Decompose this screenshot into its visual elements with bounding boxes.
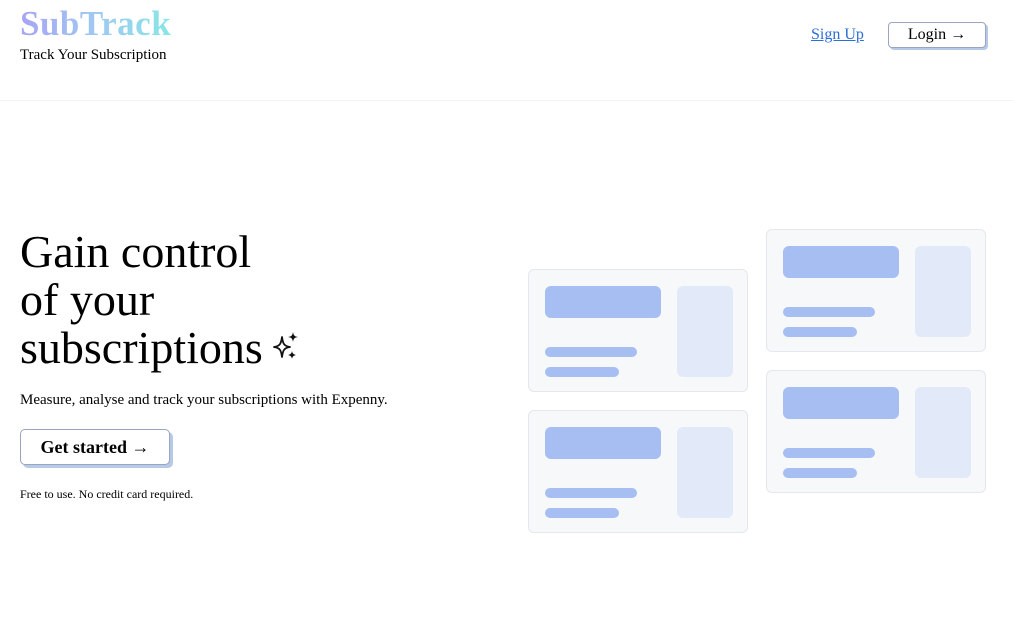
card-side-block [677, 427, 733, 518]
login-button[interactable]: Login → [888, 22, 986, 48]
card-text-line [783, 327, 857, 337]
card-side-block [915, 387, 971, 478]
card-text-line [545, 508, 619, 518]
placeholder-card [766, 370, 986, 493]
placeholder-card [528, 269, 748, 392]
hero-footnote: Free to use. No credit card required. [20, 487, 194, 501]
card-text-line [783, 468, 857, 478]
placeholder-card [528, 410, 748, 533]
site-header: SubTrack Track Your Subscription Sign Up… [0, 0, 1013, 101]
placeholder-card [766, 229, 986, 352]
brand-logo[interactable]: SubTrack [20, 4, 171, 44]
sign-up-link[interactable]: Sign Up [811, 26, 864, 44]
hero-title-line-3: subscriptions [20, 322, 263, 373]
card-title-block [545, 286, 661, 318]
card-text-line [783, 307, 875, 317]
hero-title-line-2: of your [20, 274, 155, 325]
hero-subtitle: Measure, analyse and track your subscrip… [20, 392, 388, 408]
card-side-block [677, 286, 733, 377]
card-text-line [545, 347, 637, 357]
card-text-line [545, 367, 619, 377]
get-started-button[interactable]: Get started → [20, 429, 170, 465]
card-title-block [545, 427, 661, 459]
card-text-line [545, 488, 637, 498]
card-side-block [915, 246, 971, 337]
card-text-line [783, 448, 875, 458]
brand-tagline: Track Your Subscription [20, 47, 167, 63]
hero-title: Gain control of your subscriptions [20, 228, 301, 372]
hero-title-line-1: Gain control [20, 226, 252, 277]
card-title-block [783, 387, 899, 419]
card-title-block [783, 246, 899, 278]
sparkles-icon [271, 324, 301, 372]
